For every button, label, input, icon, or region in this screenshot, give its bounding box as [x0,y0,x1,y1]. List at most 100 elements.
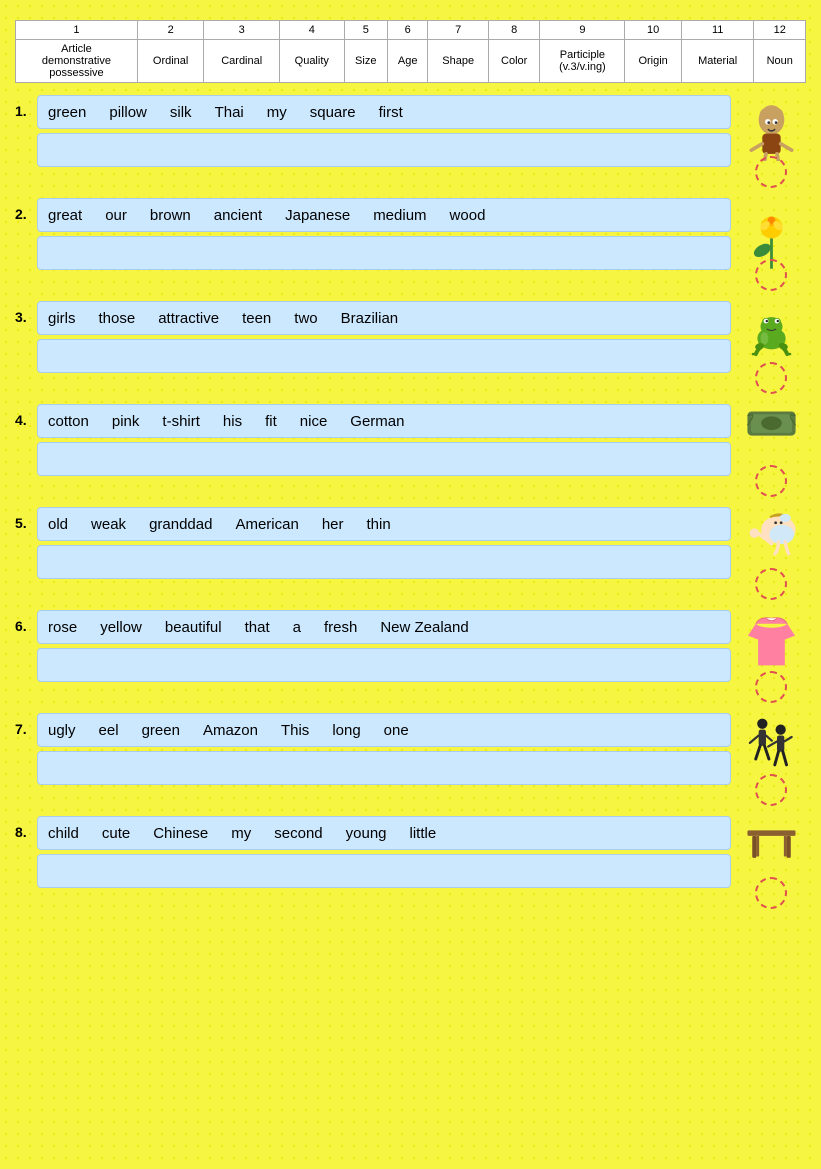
header-label: Cardinal [204,40,280,83]
word-item: weak [91,516,126,533]
answer-line[interactable] [37,751,731,785]
words-line: cottonpinkt-shirthisfitniceGerman [37,404,731,438]
header-num: 10 [625,21,681,40]
word-item: those [99,310,136,327]
word-item: my [231,825,251,842]
header-num: 4 [280,21,345,40]
answer-line[interactable] [37,236,731,270]
answer-line[interactable] [37,854,731,888]
word-item: young [346,825,387,842]
image-area [731,713,806,806]
word-item: great [48,207,82,224]
word-item: German [350,413,404,430]
word-item: Thai [215,104,244,121]
word-item: first [379,104,403,121]
exercise-number: 1. [15,95,37,119]
word-item: New Zealand [380,619,468,636]
words-line: girlsthoseattractiveteentwoBrazilian [37,301,731,335]
word-item: green [48,104,86,121]
word-item: little [410,825,437,842]
dashed-circle [755,568,787,600]
exercise-7: 7.uglyeelgreenAmazonThislongone [15,713,806,806]
header-label: Shape [428,40,489,83]
word-item: one [384,722,409,739]
header-label: Age [387,40,427,83]
header-label: Noun [754,40,806,83]
header-num: 11 [681,21,754,40]
word-item: old [48,516,68,533]
header-label: Color [488,40,539,83]
image-area [731,301,806,394]
header-num: 12 [754,21,806,40]
word-item: green [142,722,180,739]
word-item: Chinese [153,825,208,842]
word-item: beautiful [165,619,222,636]
word-item: our [105,207,127,224]
word-item: Amazon [203,722,258,739]
dashed-circle [755,362,787,394]
words-line: oldweakgranddadAmericanherthin [37,507,731,541]
word-item: yellow [100,619,142,636]
exercise-6: 6.roseyellowbeautifulthatafreshNew Zeala… [15,610,806,703]
exercise-number: 4. [15,404,37,428]
illustration-table [744,818,799,873]
dashed-circle [755,465,787,497]
word-item: Japanese [285,207,350,224]
word-item: fresh [324,619,357,636]
header-num: 2 [137,21,204,40]
exercise-4: 4.cottonpinkt-shirthisfitniceGerman [15,404,806,497]
exercise-8: 8.childcuteChinesemysecondyounglittle [15,816,806,909]
word-item: child [48,825,79,842]
image-area [731,95,806,188]
word-item: second [274,825,322,842]
word-item: ugly [48,722,76,739]
word-item: ancient [214,207,262,224]
header-label: Ordinal [137,40,204,83]
image-area [731,610,806,703]
illustration-pillow [744,406,799,461]
word-item: nice [300,413,328,430]
header-label: Participle (v.3/v.ing) [540,40,625,83]
word-item: thin [367,516,391,533]
header-label: Quality [280,40,345,83]
image-area [731,198,806,291]
words-line: childcuteChinesemysecondyounglittle [37,816,731,850]
word-item: brown [150,207,191,224]
header-num: 8 [488,21,539,40]
exercise-number: 7. [15,713,37,737]
exercise-number: 5. [15,507,37,531]
answer-line[interactable] [37,648,731,682]
word-item: granddad [149,516,212,533]
word-item: two [294,310,317,327]
word-item: square [310,104,356,121]
exercise-2: 2.greatourbrownancientJapanesemediumwood [15,198,806,291]
word-item: medium [373,207,426,224]
words-line: greenpillowsilkThaimysquarefirst [37,95,731,129]
answer-line[interactable] [37,442,731,476]
image-area [731,816,806,909]
header-label: Size [344,40,387,83]
words-line: greatourbrownancientJapanesemediumwood [37,198,731,232]
header-label: Material [681,40,754,83]
word-item: teen [242,310,271,327]
exercise-number: 2. [15,198,37,222]
header-label: Article demonstrative possessive [16,40,138,83]
word-item: my [267,104,287,121]
word-item: attractive [158,310,219,327]
word-item: fit [265,413,277,430]
exercise-number: 3. [15,301,37,325]
words-line: uglyeelgreenAmazonThislongone [37,713,731,747]
answer-line[interactable] [37,545,731,579]
word-item: Brazilian [341,310,399,327]
answer-line[interactable] [37,339,731,373]
exercise-1: 1.greenpillowsilkThaimysquarefirst [15,95,806,188]
word-item: that [245,619,270,636]
answer-line[interactable] [37,133,731,167]
exercise-5: 5.oldweakgranddadAmericanherthin [15,507,806,600]
header-num: 1 [16,21,138,40]
header-label: Origin [625,40,681,83]
header-num: 9 [540,21,625,40]
word-item: cotton [48,413,89,430]
dashed-circle [755,774,787,806]
word-item: t-shirt [162,413,200,430]
